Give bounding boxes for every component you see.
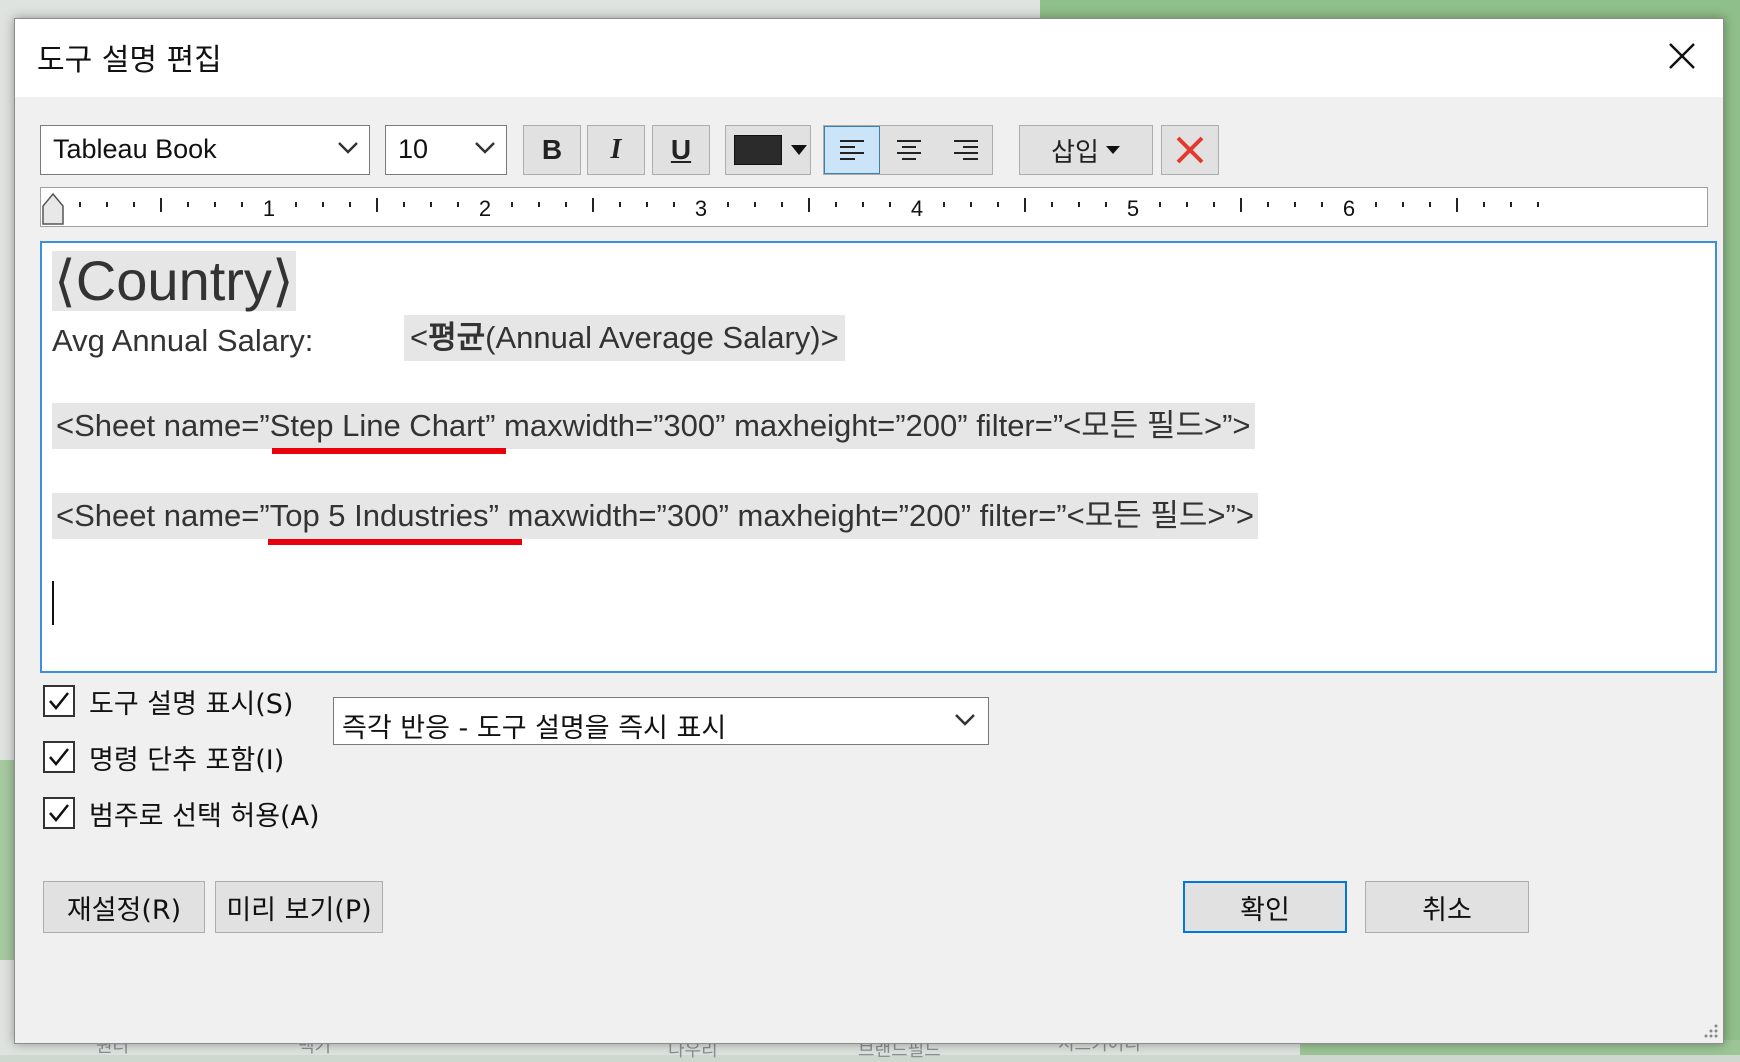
ruler-label: 6	[1343, 196, 1355, 221]
ruler-label: 2	[479, 196, 491, 221]
close-icon	[1669, 43, 1695, 69]
ruler[interactable]: 1 2 3 4 5 6	[40, 187, 1708, 227]
salary-field-token: <평균(Annual Average Salary)>	[404, 315, 845, 361]
checkmark-icon	[49, 748, 69, 766]
sheet-tag-prefix: <Sheet name=”	[56, 408, 270, 443]
clear-all-button[interactable]	[1161, 125, 1219, 175]
show-tooltip-option: 도구 설명 표시(S)	[43, 681, 293, 721]
allow-legend-selection-checkbox[interactable]	[43, 797, 75, 829]
dialog-title: 도구 설명 편집	[37, 43, 222, 78]
align-center-button[interactable]	[881, 126, 937, 174]
color-swatch	[734, 135, 782, 165]
chevron-down-icon	[955, 714, 975, 726]
chevron-down-icon	[475, 142, 495, 154]
align-right-icon	[954, 140, 978, 160]
indent-marker-icon[interactable]	[41, 192, 65, 228]
ruler-label: 5	[1127, 196, 1139, 221]
include-command-buttons-checkbox[interactable]	[43, 741, 75, 773]
reset-button[interactable]: 재설정(R)	[43, 881, 205, 933]
align-right-button[interactable]	[938, 126, 994, 174]
allow-legend-selection-label: 범주로 선택 허용(A)	[89, 800, 320, 832]
sheet-tag-suffix: ” maxwidth=”300” maxheight=”200” filter=…	[488, 498, 1254, 533]
caret-down-icon	[791, 145, 807, 155]
salary-field-suffix: (Annual Average Salary)>	[485, 320, 839, 355]
salary-field-aggregation: 평균	[428, 320, 486, 355]
font-family-select[interactable]: Tableau Book	[40, 125, 370, 175]
insert-label: 삽입	[1051, 137, 1099, 168]
italic-button[interactable]: I	[587, 125, 645, 175]
sheet-tag-line-1: <Sheet name=”Step Line Chart” maxwidth=”…	[52, 403, 1255, 449]
alignment-group	[823, 125, 993, 175]
checkmark-icon	[49, 804, 69, 822]
chevron-down-icon	[338, 142, 358, 154]
salary-field-prefix: <	[410, 320, 429, 355]
sheet-tag-suffix: ” maxwidth=”300” maxheight=”200” filter=…	[485, 408, 1251, 443]
checkmark-icon	[49, 692, 69, 710]
sheet-name: Step Line Chart	[269, 408, 486, 443]
salary-label: Avg Annual Salary:	[52, 323, 314, 358]
allow-legend-selection-option: 범주로 선택 허용(A)	[43, 793, 320, 833]
font-family-value: Tableau Book	[53, 134, 217, 164]
resize-grip-icon[interactable]	[1701, 1021, 1719, 1039]
caret-down-icon	[1105, 146, 1120, 154]
text-cursor	[52, 581, 54, 625]
country-field-token: ⟨Country⟩	[52, 249, 296, 312]
ruler-label: 3	[695, 196, 707, 221]
include-command-buttons-label: 명령 단추 포함(I)	[89, 744, 285, 776]
tooltip-text-editor[interactable]: ⟨Country⟩ Avg Annual Salary: <평균(Annual …	[40, 241, 1717, 673]
ok-button[interactable]: 확인	[1183, 881, 1347, 933]
include-command-buttons-option: 명령 단추 포함(I)	[43, 737, 284, 777]
tooltip-mode-value: 즉각 반응 - 도구 설명을 즉시 표시	[342, 713, 727, 744]
red-annotation-underline	[272, 448, 506, 454]
font-size-select[interactable]: 10	[385, 125, 507, 175]
sheet-tag-prefix: <Sheet name=”	[56, 498, 270, 533]
map-green-area	[1040, 0, 1740, 20]
align-center-icon	[897, 140, 921, 160]
align-left-button[interactable]	[824, 126, 880, 174]
ruler-label: 4	[911, 196, 923, 221]
sheet-tag-line-2: <Sheet name=”Top 5 Industries” maxwidth=…	[52, 493, 1258, 539]
ruler-label: 1	[263, 196, 275, 221]
ruler-ticks: 1 2 3 4 5 6	[52, 196, 1539, 221]
show-tooltip-label: 도구 설명 표시(S)	[89, 688, 294, 720]
preview-button[interactable]: 미리 보기(P)	[215, 881, 383, 933]
red-annotation-underline	[268, 539, 522, 545]
insert-menu-button[interactable]: 삽입	[1019, 125, 1153, 175]
title-bar: 도구 설명 편집	[15, 19, 1723, 97]
align-left-icon	[840, 140, 864, 160]
edit-tooltip-dialog: 도구 설명 편집 Tableau Book 10 B I U 삽입 1 2 3 …	[14, 18, 1724, 1044]
font-size-value: 10	[398, 134, 429, 164]
close-button[interactable]	[1659, 33, 1705, 79]
underline-button[interactable]: U	[652, 125, 710, 175]
show-tooltip-checkbox[interactable]	[43, 685, 75, 717]
bold-button[interactable]: B	[523, 125, 581, 175]
sheet-name: Top 5 Industries	[269, 498, 489, 533]
tooltip-mode-select[interactable]: 즉각 반응 - 도구 설명을 즉시 표시	[333, 697, 989, 745]
font-color-button[interactable]	[725, 125, 811, 175]
clear-x-icon	[1176, 136, 1204, 164]
cancel-button[interactable]: 취소	[1365, 881, 1529, 933]
